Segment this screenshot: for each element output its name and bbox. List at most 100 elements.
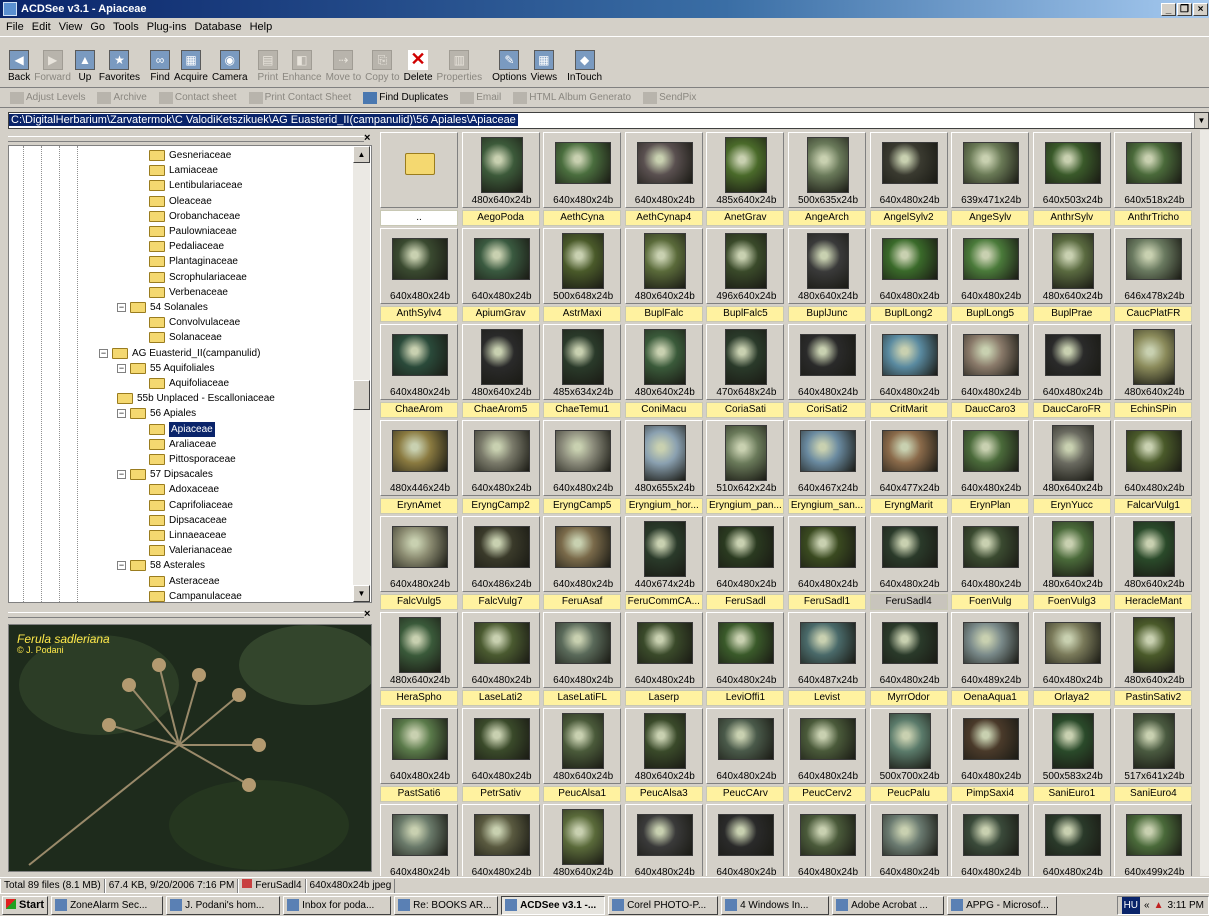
thumbnail[interactable]: 640x480x24b EryngCamp5: [543, 420, 622, 514]
tree-item[interactable]: Oleaceae: [149, 194, 212, 209]
thumbnail[interactable]: 640x480x24b PeucCerv2: [788, 708, 866, 802]
thumbnail[interactable]: 480x640x24b HeracleMant: [1114, 516, 1193, 610]
tree-collapse-icon[interactable]: −: [117, 470, 126, 480]
thumbnail[interactable]: 480x640x24b PeucAlsa3: [624, 708, 703, 802]
toolbar-enhance-button[interactable]: ◧ Enhance: [282, 50, 322, 83]
taskbar-task-button[interactable]: Adobe Acrobat ...: [832, 895, 945, 915]
menu-view[interactable]: View: [55, 21, 87, 33]
plugin-html-album-generato-button[interactable]: HTML Album Generato: [513, 91, 631, 104]
thumbnail[interactable]: 485x640x24b AnetGrav: [706, 132, 785, 226]
thumbnail[interactable]: 640x480x24b FoenVulg: [951, 516, 1030, 610]
menu-plugins[interactable]: Plug-ins: [143, 21, 191, 33]
start-button[interactable]: Start: [2, 895, 49, 915]
thumbnail[interactable]: 640x480x24b FeruSadl1: [788, 516, 866, 610]
thumbnail[interactable]: 640x480x24b BuplLong5: [951, 228, 1030, 322]
thumbnail[interactable]: 480x640x24b AegoPoda: [461, 132, 540, 226]
thumbnail[interactable]: 480x640x24b BuplPrae: [1032, 228, 1111, 322]
thumbnail[interactable]: 640x480x24b: [380, 804, 458, 876]
tree-item[interactable]: Adoxaceae: [149, 482, 219, 497]
thumbnail[interactable]: 640x480x24b: [788, 804, 866, 876]
address-bar[interactable]: C:\DigitalHerbarium\Zarvatermok\C Valodi…: [8, 112, 1209, 129]
restore-button[interactable]: ❐: [1177, 2, 1192, 16]
tree-item[interactable]: − 57 Dipsacales: [117, 467, 213, 482]
taskbar-task-button[interactable]: Corel PHOTO-P...: [608, 895, 719, 915]
thumbnail[interactable]: 640x480x24b AngelSylv2: [869, 132, 948, 226]
toolbar-print-button[interactable]: ▤ Print: [258, 50, 278, 83]
plugin-archive-button[interactable]: Archive: [97, 91, 147, 104]
thumbnail[interactable]: 640x480x24b LaseLati2: [461, 612, 540, 706]
tree-panel-grip[interactable]: [8, 136, 364, 142]
thumbnail[interactable]: 640x480x24b AethCynap4: [624, 132, 703, 226]
toolbar-views-button[interactable]: ▦ Views: [531, 50, 557, 83]
toolbar-intouch-button[interactable]: ◆ InTouch: [567, 50, 602, 83]
thumbnail[interactable]: 646x478x24b CaucPlatFR: [1114, 228, 1193, 322]
tree-item[interactable]: Gesneriaceae: [149, 148, 231, 163]
menu-database[interactable]: Database: [190, 21, 245, 33]
tree-scroll-thumb[interactable]: [353, 380, 370, 410]
thumbnail[interactable]: 639x471x24b AngeSylv: [951, 132, 1030, 226]
preview-panel-close-icon[interactable]: ×: [364, 608, 370, 620]
tree-item[interactable]: Apiaceae: [149, 421, 215, 437]
toolbar-copy-to-button[interactable]: ⎘ Copy to: [365, 50, 400, 83]
tray-zonealarm-icon[interactable]: ▲: [1154, 897, 1164, 914]
tree-scrollbar[interactable]: ▲ ▼: [353, 146, 370, 602]
tree-item[interactable]: Linnaeaceae: [149, 528, 226, 543]
tree-item[interactable]: Lentibulariaceae: [149, 178, 242, 193]
taskbar-task-button[interactable]: ACDSee v3.1 -...: [501, 895, 606, 915]
tree-collapse-icon[interactable]: −: [117, 409, 126, 419]
toolbar-up-button[interactable]: ▲ Up: [74, 50, 95, 83]
toolbar-forward-button[interactable]: ▶ Forward: [34, 50, 71, 83]
menu-file[interactable]: File: [2, 21, 28, 33]
thumbnail[interactable]: 480x640x24b PeucAlsa1: [543, 708, 622, 802]
tree-item[interactable]: − 58 Asterales: [117, 558, 205, 573]
thumbnail[interactable]: 480x640x24b HeraSpho: [380, 612, 458, 706]
taskbar-task-button[interactable]: J. Podani's hom...: [166, 895, 281, 915]
thumbnail[interactable]: 480x640x24b: [543, 804, 622, 876]
thumbnail[interactable]: 640x487x24b Levist: [788, 612, 866, 706]
thumbnail[interactable]: 510x642x24b Eryngium_pan...: [706, 420, 785, 514]
plugin-sendpix-button[interactable]: SendPix: [643, 91, 696, 104]
thumbnail[interactable]: 640x480x24b Laserp: [624, 612, 703, 706]
thumbnail[interactable]: 470x648x24b CoriaSati: [706, 324, 785, 418]
tree-item[interactable]: Convolvulaceae: [149, 315, 240, 330]
thumbnail[interactable]: 480x640x24b EchinSPin: [1114, 324, 1193, 418]
address-path[interactable]: C:\DigitalHerbarium\Zarvatermok\C Valodi…: [9, 114, 518, 126]
acdsee-app-icon[interactable]: [3, 2, 17, 16]
tree-item[interactable]: Orobanchaceae: [149, 209, 240, 224]
plugin-print-contact-sheet-button[interactable]: Print Contact Sheet: [248, 91, 351, 104]
thumbnail[interactable]: 640x480x24b EryngCamp2: [461, 420, 540, 514]
plugin-adjust-levels-button[interactable]: Adjust Levels: [10, 91, 85, 104]
tree-item[interactable]: Asteraceae: [149, 574, 220, 589]
tree-item[interactable]: Araliaceae: [149, 437, 216, 452]
minimize-button[interactable]: _: [1161, 2, 1176, 16]
thumbnail[interactable]: 640x480x24b FeruAsaf: [543, 516, 622, 610]
tree-item[interactable]: Aquifoliaceae: [149, 376, 229, 391]
tree-item[interactable]: Lamiaceae: [149, 163, 218, 178]
thumbnail[interactable]: 640x480x24b MyrrOdor: [869, 612, 948, 706]
toolbar-properties-button[interactable]: ▥ Properties: [437, 50, 482, 83]
tree-collapse-icon[interactable]: −: [99, 348, 108, 358]
thumbnail[interactable]: 640x480x24b: [951, 804, 1030, 876]
tree-item[interactable]: Pedaliaceae: [149, 239, 224, 254]
thumbnail[interactable]: 485x634x24b ChaeTemu1: [543, 324, 622, 418]
toolbar-camera-button[interactable]: ◉ Camera: [212, 50, 248, 83]
thumbnail[interactable]: 640x480x24b Orlaya2: [1032, 612, 1111, 706]
thumbnail[interactable]: 640x480x24b BuplLong2: [869, 228, 948, 322]
address-dropdown-icon[interactable]: ▼: [1194, 113, 1208, 128]
tree-collapse-icon[interactable]: −: [117, 303, 126, 312]
taskbar-task-button[interactable]: Inbox for poda...: [283, 895, 392, 915]
thumbnail[interactable]: 640x480x24b: [461, 804, 540, 876]
toolbar-back-button[interactable]: ◀ Back: [8, 50, 30, 83]
taskbar-task-button[interactable]: ZoneAlarm Sec...: [51, 895, 164, 915]
thumbnail[interactable]: 640x480x24b CritMarit: [869, 324, 948, 418]
thumbnail[interactable]: 640x480x24b: [1032, 804, 1111, 876]
thumbnail[interactable]: 500x635x24b AngeArch: [788, 132, 866, 226]
plugin-find-duplicates-button[interactable]: Find Duplicates: [363, 91, 448, 104]
plugin-contact-sheet-button[interactable]: Contact sheet: [158, 91, 237, 104]
menu-tools[interactable]: Tools: [109, 21, 143, 33]
scroll-down-icon[interactable]: ▼: [353, 585, 370, 602]
thumbnail[interactable]: 480x640x24b ErynYucc: [1032, 420, 1111, 514]
thumbnail[interactable]: 640x480x24b: [624, 804, 703, 876]
thumbnail[interactable]: 640x477x24b EryngMarit: [869, 420, 948, 514]
toolbar-options-button[interactable]: ✎ Options: [492, 50, 527, 83]
